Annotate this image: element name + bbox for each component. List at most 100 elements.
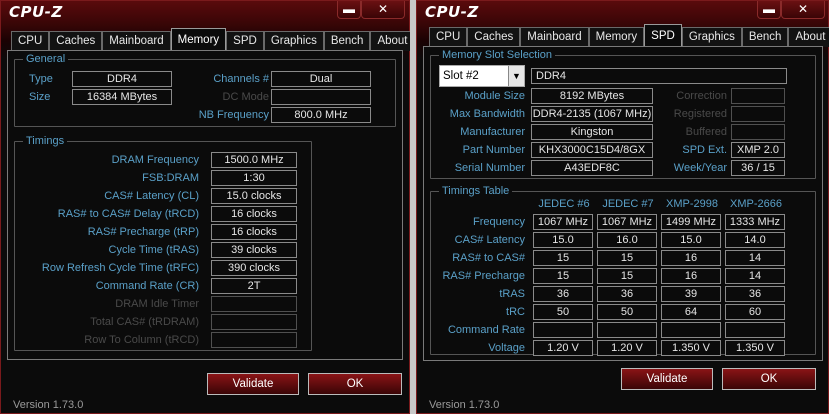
registered-label: Registered (673, 108, 727, 120)
tab-bar: CPU Caches Mainboard Memory SPD Graphics… (11, 28, 415, 51)
timing-label: FSB:DRAM (142, 172, 199, 184)
registered-value (731, 106, 785, 122)
timing-value (211, 332, 297, 348)
max-bandwidth-value: DDR4-2135 (1067 MHz) (531, 106, 653, 122)
spd-ext-value: XMP 2.0 (731, 142, 785, 158)
minimize-button[interactable]: ▬ (757, 1, 781, 19)
tab-spd[interactable]: SPD (644, 24, 682, 46)
ok-button[interactable]: OK (308, 373, 402, 395)
dcmode-label: DC Mode (222, 91, 269, 103)
table-cell (661, 322, 721, 338)
general-title: General (23, 52, 69, 66)
serial-number-label: Serial Number (454, 162, 525, 174)
timing-label: Cycle Time (tRAS) (108, 244, 199, 256)
manufacturer-value: Kingston (531, 124, 653, 140)
size-label: Size (29, 91, 51, 103)
version-text: Version 1.73.0 (429, 399, 500, 411)
table-cell (533, 322, 593, 338)
minimize-icon: ▬ (763, 2, 775, 16)
tab-about[interactable]: About (370, 31, 415, 51)
general-group: General Type DDR4 Size 16384 MBytes Chan… (14, 52, 396, 127)
version-text: Version 1.73.0 (13, 399, 84, 411)
tab-spd[interactable]: SPD (226, 31, 264, 51)
timing-value: 15.0 clocks (211, 188, 297, 204)
table-cell: 1333 MHz (725, 214, 785, 230)
slot-type-value: DDR4 (531, 68, 787, 84)
table-row-label: Frequency (473, 216, 525, 228)
timing-label: DRAM Idle Timer (115, 298, 199, 310)
week-year-value: 36 / 15 (731, 160, 785, 176)
table-cell: 15 (597, 268, 657, 284)
module-size-value: 8192 MBytes (531, 88, 653, 104)
window-title: CPU-Z (9, 3, 63, 21)
close-button[interactable]: ✕ (781, 1, 825, 19)
table-row-label: tRAS (499, 288, 525, 300)
tab-memory[interactable]: Memory (588, 27, 645, 47)
week-year-label: Week/Year (673, 162, 727, 174)
tab-caches[interactable]: Caches (467, 27, 521, 47)
table-cell: 15.0 (661, 232, 721, 248)
ok-button[interactable]: OK (722, 368, 816, 390)
tab-bench[interactable]: Bench (741, 27, 789, 47)
tab-caches[interactable]: Caches (49, 31, 103, 51)
manufacturer-label: Manufacturer (460, 126, 525, 138)
table-cell: 15 (533, 250, 593, 266)
table-cell: 14 (725, 268, 785, 284)
table-row-label: RAS# Precharge (442, 270, 525, 282)
table-row-label: RAS# to CAS# (452, 252, 525, 264)
tab-memory[interactable]: Memory (170, 28, 227, 50)
tab-cpu[interactable]: CPU (429, 27, 468, 47)
slot-select[interactable]: Slot #2 ▼ (439, 65, 525, 87)
timing-label: Row To Column (tRCD) (84, 334, 199, 346)
tab-graphics[interactable]: Graphics (263, 31, 324, 51)
table-cell: 1499 MHz (661, 214, 721, 230)
table-cell: 39 (661, 286, 721, 302)
timings-table-group: Timings Table JEDEC #6 JEDEC #7 XMP-2998 XM… (430, 184, 816, 356)
tab-cpu[interactable]: CPU (11, 31, 50, 51)
table-cell: 1.20 V (597, 340, 657, 356)
buffered-value (731, 124, 785, 140)
table-cell: 16 (661, 250, 721, 266)
max-bandwidth-label: Max Bandwidth (449, 108, 525, 120)
validate-button[interactable]: Validate (621, 368, 713, 390)
minimize-button[interactable]: ▬ (337, 1, 361, 19)
table-cell: 64 (661, 304, 721, 320)
tab-bar: CPU Caches Mainboard Memory SPD Graphics… (429, 24, 829, 47)
spd-ext-label: SPD Ext. (682, 144, 727, 156)
table-cell: 1.350 V (725, 340, 785, 356)
minimize-icon: ▬ (343, 2, 355, 16)
timing-label: Total CAS# (tRDRAM) (90, 316, 199, 328)
correction-label: Correction (676, 90, 727, 102)
column-header: JEDEC #6 (538, 198, 590, 210)
table-cell: 14 (725, 250, 785, 266)
correction-value (731, 88, 785, 104)
table-cell: 1.350 V (661, 340, 721, 356)
tab-bench[interactable]: Bench (323, 31, 371, 51)
channels-label: Channels # (213, 73, 269, 85)
timings-title: Timings (23, 134, 68, 148)
tab-about[interactable]: About (788, 27, 829, 47)
validate-button[interactable]: Validate (207, 373, 299, 395)
table-cell: 15 (597, 250, 657, 266)
table-cell: 16 (661, 268, 721, 284)
cpuz-window-memory: CPU-Z ▬ ✕ CPU Caches Mainboard Memory SP… (0, 0, 415, 414)
slot-group: Memory Slot Selection Slot #2 ▼ DDR4 Mod… (430, 48, 816, 179)
close-button[interactable]: ✕ (361, 1, 405, 19)
timing-label: DRAM Frequency (111, 154, 199, 166)
tab-graphics[interactable]: Graphics (681, 27, 742, 47)
column-header: XMP-2998 (666, 198, 718, 210)
timing-value: 390 clocks (211, 260, 297, 276)
chevron-down-icon[interactable]: ▼ (508, 66, 524, 86)
timing-value: 16 clocks (211, 224, 297, 240)
cpuz-window-spd: CPU-Z ▬ ✕ CPU Caches Mainboard Memory SP… (416, 0, 829, 414)
tab-mainboard[interactable]: Mainboard (520, 27, 589, 47)
tab-mainboard[interactable]: Mainboard (102, 31, 171, 51)
nbfreq-value: 800.0 MHz (271, 107, 371, 123)
table-cell: 14.0 (725, 232, 785, 248)
timing-value (211, 314, 297, 330)
serial-number-value: A43EDF8C (531, 160, 653, 176)
slot-title: Memory Slot Selection (439, 48, 556, 62)
timing-value: 16 clocks (211, 206, 297, 222)
table-cell: 1067 MHz (597, 214, 657, 230)
table-cell: 16.0 (597, 232, 657, 248)
